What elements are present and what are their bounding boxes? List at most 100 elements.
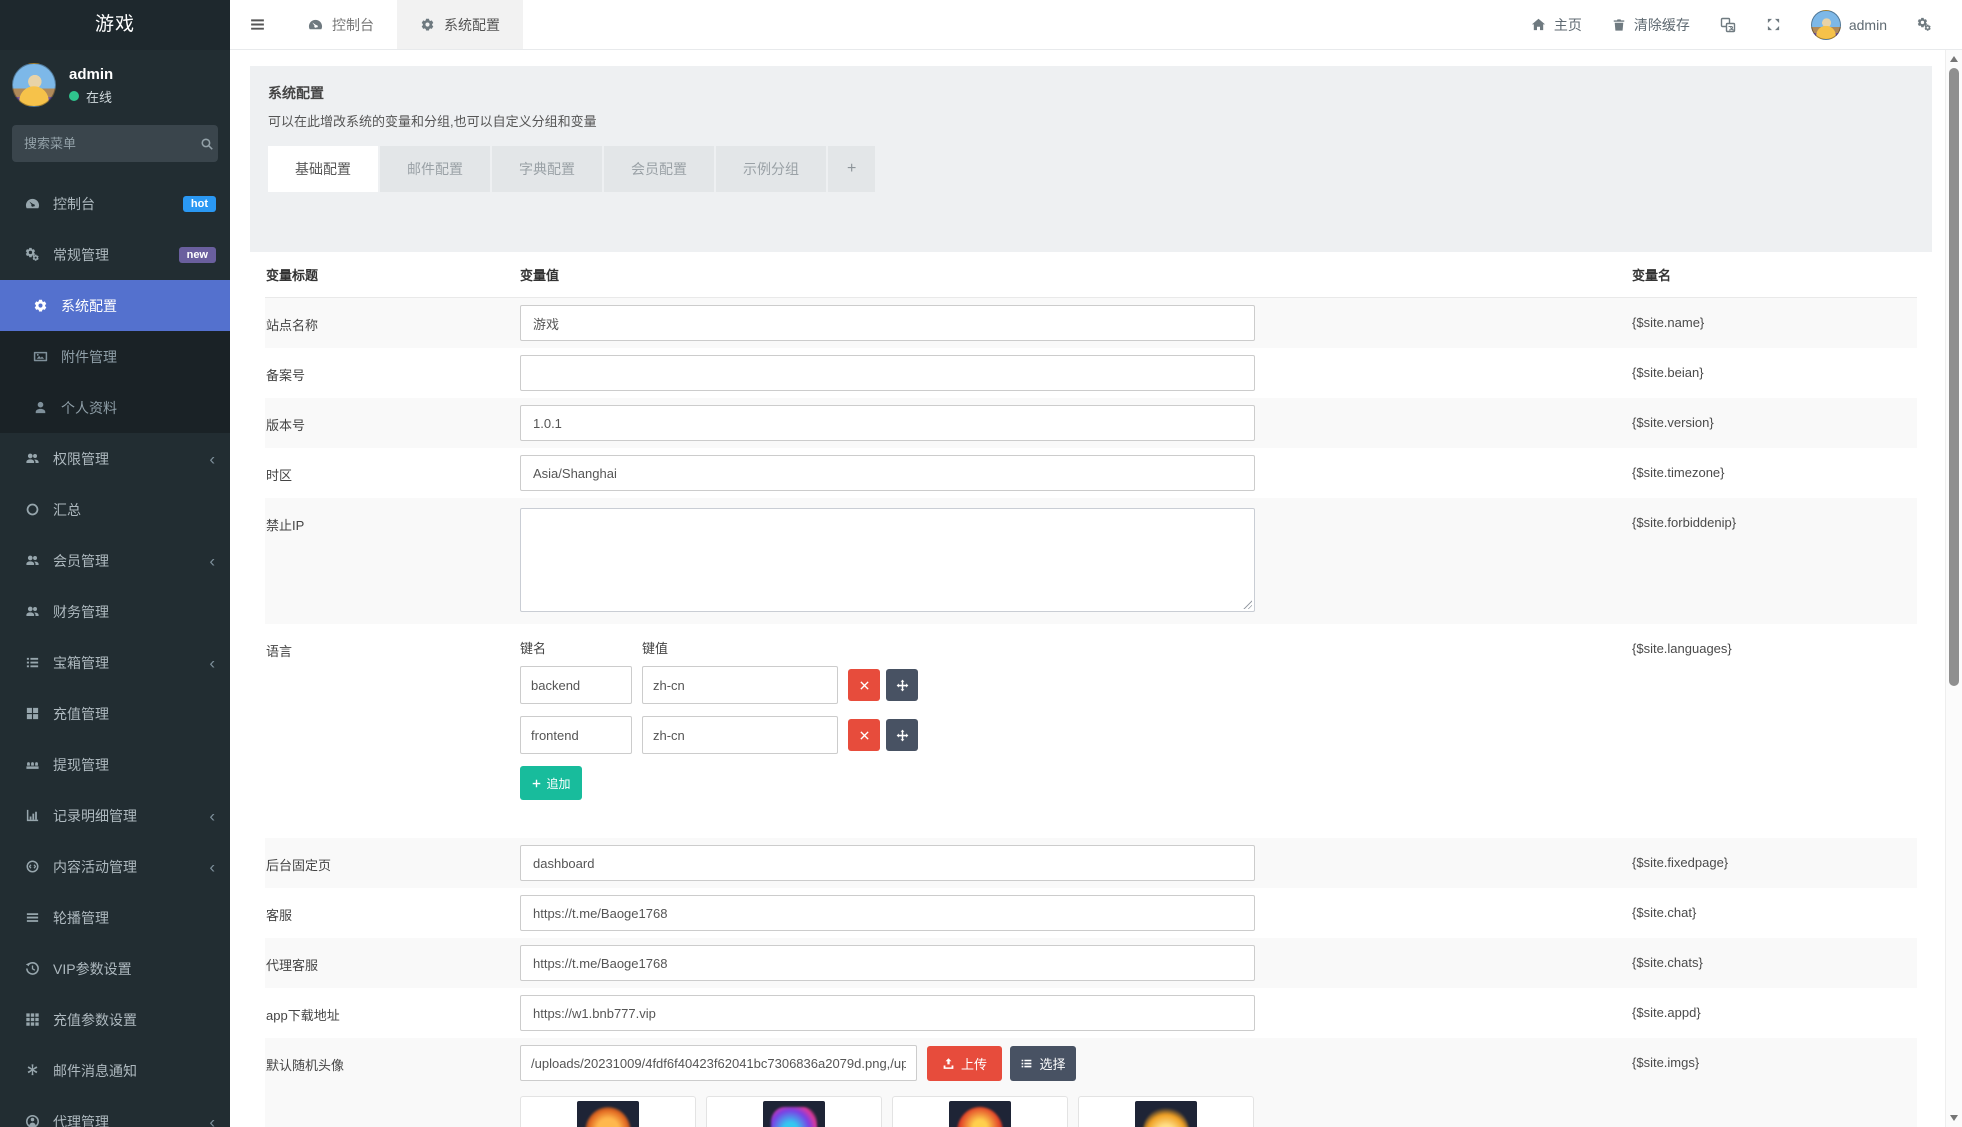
sidebar-item-console[interactable]: 控制台 hot — [0, 178, 230, 229]
config-tab-示例分组[interactable]: 示例分组 — [716, 146, 826, 192]
config-input-备案号[interactable] — [520, 355, 1255, 391]
th-icon — [23, 1012, 42, 1027]
avatar-image: COKEJOGO — [1135, 1101, 1197, 1127]
sidebar-item-recharge[interactable]: 充值管理 — [0, 688, 230, 739]
avatar-thumbnail-4[interactable]: COKEJOGO — [1078, 1096, 1254, 1127]
config-label: 后台固定页 — [266, 858, 332, 873]
avatar-thumbnail-1[interactable]: COKEJOGO — [520, 1096, 696, 1127]
sidebar-toggle-icon[interactable] — [230, 0, 285, 49]
sidebar-item-carousel[interactable]: 轮播管理 — [0, 892, 230, 943]
tab-label: + — [847, 160, 857, 177]
users-icon — [23, 604, 42, 619]
sidebar-search[interactable] — [12, 125, 218, 162]
sidebar-item-permissions[interactable]: 权限管理 ‹ — [0, 433, 230, 484]
sidebar-item-label: 邮件消息通知 — [53, 1062, 137, 1079]
config-input-站点名称[interactable] — [520, 305, 1255, 341]
chevron-left-icon: ‹ — [209, 653, 215, 672]
chevron-left-icon: ‹ — [209, 806, 215, 825]
config-tab-基础配置[interactable]: 基础配置 — [268, 146, 378, 192]
config-input-版本号[interactable] — [520, 405, 1255, 441]
sidebar-item-general[interactable]: 常规管理 new — [0, 229, 230, 280]
config-var-name: {$site.beian} — [1632, 365, 1704, 380]
fullscreen-button[interactable] — [1766, 17, 1781, 32]
sidebar-item-records[interactable]: 记录明细管理 ‹ — [0, 790, 230, 841]
sidebar-item-label: 内容活动管理 — [53, 858, 137, 875]
sidebar-item-label: VIP参数设置 — [53, 960, 132, 977]
config-var-name: {$site.languages} — [1632, 641, 1732, 656]
kv-key-input[interactable] — [520, 666, 632, 704]
sidebar-item-recharge-params[interactable]: 充值参数设置 — [0, 994, 230, 1045]
sidebar-item-profile[interactable]: 个人资料 — [0, 382, 230, 433]
config-row-客服: 客服 {$site.chat} — [265, 888, 1917, 938]
panel-head: 系统配置 可以在此增改系统的变量和分组,也可以自定义分组和变量 基础配置 邮件配置… — [250, 66, 1932, 192]
kv-pair — [520, 666, 1632, 704]
online-dot-icon — [69, 91, 79, 102]
kv-append-button[interactable]: 追加 — [520, 766, 582, 800]
add-group-tab[interactable]: + — [828, 146, 876, 192]
sidebar-item-finance[interactable]: 财务管理 — [0, 586, 230, 637]
translate-button[interactable] — [1720, 17, 1736, 33]
kv-remove-button[interactable] — [848, 669, 880, 701]
sidebar-item-label: 常规管理 — [53, 246, 109, 263]
clear-cache-button[interactable]: 清除缓存 — [1612, 15, 1690, 35]
config-input-后台固定页[interactable] — [520, 845, 1255, 881]
home-button[interactable]: 主页 — [1531, 15, 1582, 35]
sidebar-item-label: 财务管理 — [53, 603, 109, 620]
sidebar-item-content-activity[interactable]: 内容活动管理 ‹ — [0, 841, 230, 892]
config-value-cell — [520, 348, 1632, 391]
sidebar-item-mail-notify[interactable]: 邮件消息通知 — [0, 1045, 230, 1096]
sidebar-item-summary[interactable]: 汇总 — [0, 484, 230, 535]
sidebar-item-withdraw[interactable]: 提现管理 — [0, 739, 230, 790]
config-value-cell: 键名 键值追加 — [520, 624, 1632, 800]
config-tab-邮件配置[interactable]: 邮件配置 — [380, 146, 490, 192]
scrollbar-down-icon[interactable] — [1950, 1115, 1958, 1121]
chevron-left-icon: ‹ — [209, 551, 215, 570]
avatar-path-input[interactable] — [520, 1045, 917, 1081]
upload-label: 上传 — [960, 1056, 987, 1072]
topbar-user[interactable]: admin — [1810, 9, 1887, 40]
kv-key-input[interactable] — [520, 716, 632, 754]
sidebar-item-treasure[interactable]: 宝箱管理 ‹ — [0, 637, 230, 688]
home-icon — [1531, 17, 1546, 32]
sidebar-item-vip-params[interactable]: VIP参数设置 — [0, 943, 230, 994]
sidebar-item-attachments[interactable]: 附件管理 — [0, 331, 230, 382]
search-input[interactable] — [24, 136, 200, 151]
config-input-时区[interactable] — [520, 455, 1255, 491]
page-scrollbar[interactable] — [1945, 50, 1962, 1127]
choose-button[interactable]: 选择 — [1010, 1045, 1076, 1081]
settings-button[interactable] — [1917, 17, 1932, 32]
home-label: 主页 — [1553, 16, 1582, 33]
list-icon — [23, 655, 42, 670]
config-tab-会员配置[interactable]: 会员配置 — [604, 146, 714, 192]
config-var-name: {$site.name} — [1632, 315, 1705, 330]
kv-remove-button[interactable] — [848, 719, 880, 751]
chevron-left-icon: ‹ — [209, 449, 215, 468]
config-value-cell — [520, 838, 1632, 881]
avatar-thumbnail-2[interactable]: COKEJOGO — [706, 1096, 882, 1127]
kv-value-input[interactable] — [642, 666, 838, 704]
upload-button[interactable]: 上传 — [927, 1045, 1002, 1081]
avatar-thumbnail-3[interactable]: COKEJOGO — [892, 1096, 1068, 1127]
avatar-image: COKEJOGO — [949, 1101, 1011, 1127]
sidebar-item-label: 附件管理 — [61, 348, 117, 365]
config-tab-字典配置[interactable]: 字典配置 — [492, 146, 602, 192]
config-textarea-禁止IP[interactable] — [520, 508, 1255, 612]
config-input-客服[interactable] — [520, 895, 1255, 931]
config-row-语言: 语言 键名 键值追加 {$site.languages} — [265, 624, 1917, 838]
kv-move-button[interactable] — [886, 719, 918, 751]
config-input-代理客服[interactable] — [520, 945, 1255, 981]
kv-move-button[interactable] — [886, 669, 918, 701]
config-label: 客服 — [266, 908, 293, 923]
topbar-tab-系统配置[interactable]: 系统配置 — [397, 0, 523, 49]
kv-value-input[interactable] — [642, 716, 838, 754]
topbar-tab-控制台[interactable]: 控制台 — [285, 0, 397, 49]
config-input-app下载地址[interactable] — [520, 995, 1255, 1031]
table-rows: 站点名称 {$site.name} 备案号 {$site.beian} 版本号 {$sit… — [265, 298, 1917, 1127]
sidebar-item-system-config[interactable]: 系统配置 — [0, 280, 230, 331]
scrollbar-up-icon[interactable] — [1950, 56, 1958, 62]
scrollbar-thumb[interactable] — [1949, 68, 1959, 686]
topbar-tabs: 控制台 系统配置 — [285, 0, 523, 49]
sidebar-item-members[interactable]: 会员管理 ‹ — [0, 535, 230, 586]
user-name: admin — [69, 66, 114, 84]
sidebar-item-agent[interactable]: 代理管理 ‹ — [0, 1096, 230, 1127]
